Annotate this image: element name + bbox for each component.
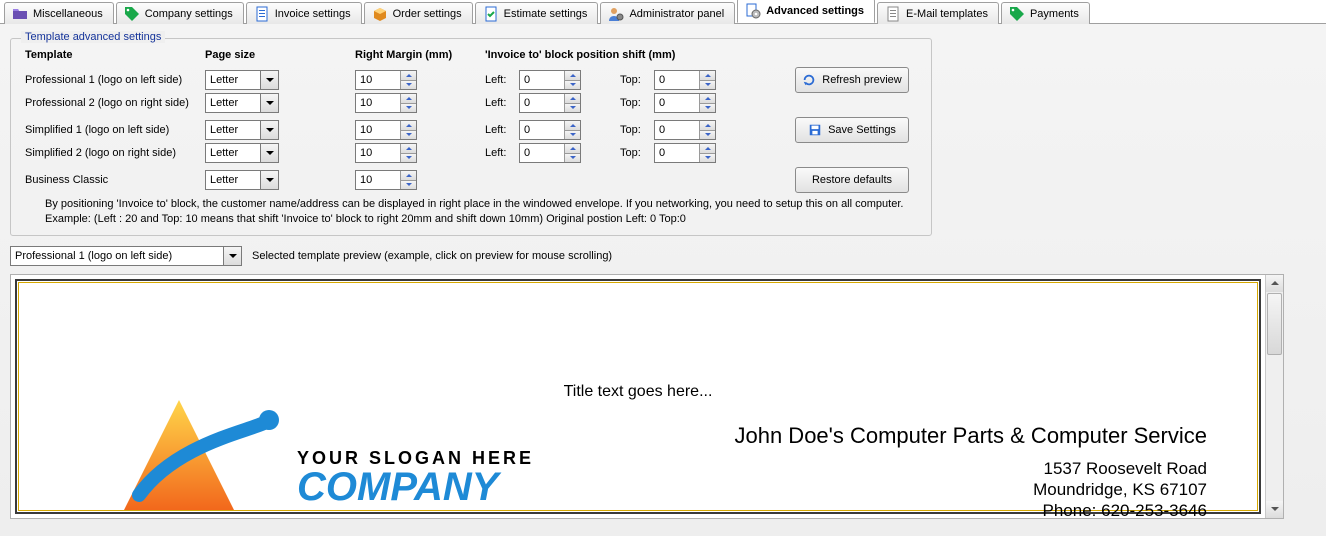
right-margin-spinner[interactable] — [355, 120, 417, 140]
tab-admin[interactable]: Administrator panel — [600, 2, 735, 24]
tab-label: Company settings — [145, 8, 233, 20]
save-icon — [808, 123, 822, 137]
tab-strip: Miscellaneous Company settings Invoice s… — [0, 0, 1326, 24]
chevron-down-icon — [260, 71, 278, 89]
tab-label: Estimate settings — [504, 8, 588, 20]
tag-green-icon — [1009, 6, 1025, 22]
tab-payments[interactable]: Payments — [1001, 2, 1090, 24]
shift-left-spinner[interactable] — [519, 93, 581, 113]
scroll-down-icon[interactable] — [1266, 501, 1283, 518]
tab-label: Miscellaneous — [33, 8, 103, 20]
doc-logo: YOUR SLOGAN HERE COMPANY — [119, 400, 534, 510]
right-margin-spinner[interactable] — [355, 93, 417, 113]
tab-invoice[interactable]: Invoice settings — [246, 2, 362, 24]
group-title: Template advanced settings — [21, 31, 165, 43]
tab-advanced[interactable]: Advanced settings — [737, 0, 875, 23]
chevron-down-icon — [260, 121, 278, 139]
chevron-down-icon — [223, 247, 241, 265]
left-label: Left: — [485, 74, 513, 86]
preview-scrollbar[interactable] — [1265, 275, 1283, 518]
doc-address: 1537 Roosevelt Road Moundridge, KS 67107… — [1033, 458, 1207, 518]
content-area: Template advanced settings Template Page… — [0, 24, 1326, 536]
tab-label: Order settings — [393, 8, 462, 20]
preview-caption: Selected template preview (example, clic… — [252, 250, 612, 262]
shift-left-spinner[interactable] — [519, 143, 581, 163]
template-name: Simplified 1 (logo on left side) — [25, 124, 205, 136]
tab-order[interactable]: Order settings — [364, 2, 473, 24]
hdr-pagesize: Page size — [205, 49, 355, 61]
hdr-template: Template — [25, 49, 205, 61]
page-size-select[interactable]: Letter — [205, 170, 279, 190]
template-preview-select[interactable]: Professional 1 (logo on left side) — [10, 246, 242, 266]
right-margin-spinner[interactable] — [355, 70, 417, 90]
save-settings-button[interactable]: Save Settings — [795, 117, 909, 143]
spinner-up-icon[interactable] — [401, 71, 416, 81]
tab-company[interactable]: Company settings — [116, 2, 244, 24]
template-name: Simplified 2 (logo on right side) — [25, 147, 205, 159]
doc-title: Title text goes here... — [19, 383, 1257, 401]
template-settings-group: Template advanced settings Template Page… — [10, 38, 932, 236]
doc-gear-icon — [745, 3, 761, 19]
tab-misc[interactable]: Miscellaneous — [4, 2, 114, 24]
hdr-margin: Right Margin (mm) — [355, 49, 485, 61]
refresh-preview-button[interactable]: Refresh preview — [795, 67, 909, 93]
shift-left-spinner[interactable] — [519, 120, 581, 140]
preview-panel: Title text goes here... John Doe's Compu… — [10, 274, 1284, 519]
shift-top-spinner[interactable] — [654, 93, 716, 113]
tab-estimate[interactable]: Estimate settings — [475, 2, 599, 24]
template-row: Business Classic Letter Restore defaults — [25, 167, 917, 189]
preview-paper: Title text goes here... John Doe's Compu… — [15, 279, 1261, 514]
doc-lines-icon — [885, 6, 901, 22]
right-margin-spinner[interactable] — [355, 143, 417, 163]
tab-label: Invoice settings — [275, 8, 351, 20]
hdr-shift: 'Invoice to' block position shift (mm) — [485, 49, 795, 61]
page-size-select[interactable]: Letter — [205, 143, 279, 163]
shift-top-spinner[interactable] — [654, 143, 716, 163]
tab-label: E-Mail templates — [906, 8, 988, 20]
template-row: Simplified 1 (logo on left side) Letter … — [25, 117, 917, 139]
tab-label: Advanced settings — [766, 5, 864, 17]
doc-check-icon — [483, 6, 499, 22]
box-icon — [372, 6, 388, 22]
top-label: Top: — [620, 74, 648, 86]
template-name: Business Classic — [25, 174, 205, 186]
shift-top-spinner[interactable] — [654, 120, 716, 140]
page-size-select[interactable]: Letter — [205, 120, 279, 140]
doc-logo-word: COMPANY — [297, 465, 534, 510]
tab-email[interactable]: E-Mail templates — [877, 2, 999, 24]
settings-header-row: Template Page size Right Margin (mm) 'In… — [25, 49, 917, 61]
restore-defaults-button[interactable]: Restore defaults — [795, 167, 909, 193]
chevron-down-icon — [260, 171, 278, 189]
page-size-select[interactable]: Letter — [205, 70, 279, 90]
page-size-select[interactable]: Letter — [205, 93, 279, 113]
folder-icon — [12, 6, 28, 22]
tab-label: Administrator panel — [629, 8, 724, 20]
template-name: Professional 2 (logo on right side) — [25, 97, 205, 109]
shift-left-spinner[interactable] — [519, 70, 581, 90]
triangle-logo-icon — [119, 400, 279, 510]
doc-icon — [254, 6, 270, 22]
scroll-up-icon[interactable] — [1266, 275, 1283, 292]
right-margin-spinner[interactable] — [355, 170, 417, 190]
scroll-thumb[interactable] — [1267, 293, 1282, 355]
spinner-down-icon[interactable] — [401, 81, 416, 90]
tab-label: Payments — [1030, 8, 1079, 20]
template-name: Professional 1 (logo on left side) — [25, 74, 205, 86]
template-row: Simplified 2 (logo on right side) Letter… — [25, 142, 917, 164]
refresh-icon — [802, 73, 816, 87]
help-text: By positioning 'Invoice to' block, the c… — [25, 197, 917, 227]
chevron-down-icon — [260, 144, 278, 162]
chevron-down-icon — [260, 94, 278, 112]
preview-viewport[interactable]: Title text goes here... John Doe's Compu… — [11, 275, 1265, 518]
tag-icon — [124, 6, 140, 22]
preview-selector-row: Professional 1 (logo on left side) Selec… — [10, 246, 1316, 266]
template-row: Professional 2 (logo on right side) Lett… — [25, 92, 917, 114]
template-row: Professional 1 (logo on left side) Lette… — [25, 67, 917, 89]
shift-top-spinner[interactable] — [654, 70, 716, 90]
user-gear-icon — [608, 6, 624, 22]
doc-company: John Doe's Computer Parts & Computer Ser… — [734, 423, 1207, 449]
